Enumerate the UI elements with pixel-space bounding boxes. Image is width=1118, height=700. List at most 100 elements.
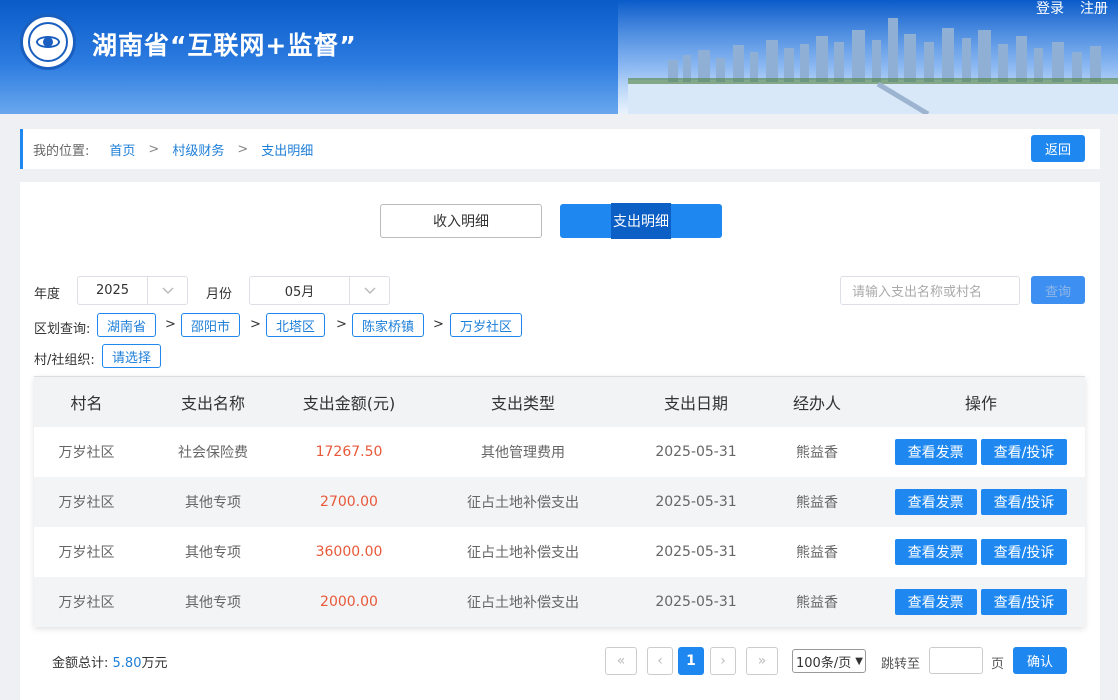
view-complaint-button[interactable]: 查看/投诉	[980, 489, 1068, 515]
table-row: 万岁社区 社会保险费 17267.50 其他管理费用 2025-05-31 熊益…	[34, 427, 1085, 477]
chevron-down-icon	[349, 277, 389, 304]
cell-actions: 查看发票 查看/投诉	[877, 439, 1085, 465]
first-page-button[interactable]: «	[605, 647, 637, 675]
region-separator: >	[336, 317, 347, 332]
cell-actions: 查看发票 查看/投诉	[877, 539, 1085, 565]
cell-expense-name: 其他专项	[185, 595, 241, 611]
auth-links: 登录 注册	[1036, 0, 1108, 18]
breadcrumb-separator: >	[237, 141, 249, 157]
table-row: 万岁社区 其他专项 2700.00 征占土地补偿支出 2025-05-31 熊益…	[34, 477, 1085, 527]
chevron-down-icon	[147, 277, 187, 304]
breadcrumb-separator: >	[148, 141, 160, 157]
header-expense-name: 支出名称	[180, 394, 245, 413]
tab-expense-label: 支出明细	[611, 203, 671, 239]
total-amount: 金额总计: 5.80万元	[52, 652, 168, 671]
back-button[interactable]: 返回	[1031, 135, 1085, 162]
login-link[interactable]: 登录	[1036, 0, 1064, 18]
region-separator: >	[433, 317, 444, 332]
breadcrumb-expense-detail[interactable]: 支出明细	[261, 140, 313, 159]
cell-handler: 熊益香	[796, 545, 838, 561]
total-unit: 万元	[141, 656, 168, 671]
cell-expense-name: 其他专项	[185, 545, 241, 561]
view-complaint-button[interactable]: 查看/投诉	[980, 539, 1068, 565]
cell-handler: 熊益香	[796, 495, 838, 511]
total-value: 5.80	[112, 656, 142, 671]
jump-page-input[interactable]	[929, 647, 983, 674]
page-1-button[interactable]: 1	[678, 647, 704, 675]
header-type: 支出类型	[490, 394, 555, 413]
region-separator: >	[250, 317, 261, 332]
year-label: 年度	[34, 287, 61, 302]
cell-type: 征占土地补偿支出	[467, 595, 579, 611]
cell-amount: 36000.00	[315, 544, 383, 560]
next-page-button[interactable]: ›	[710, 647, 736, 675]
tab-income-detail[interactable]: 收入明细	[380, 204, 542, 238]
cell-date: 2025-05-31	[655, 544, 737, 560]
eye-icon	[28, 22, 68, 62]
cell-village: 万岁社区	[58, 545, 115, 561]
cell-actions: 查看发票 查看/投诉	[877, 489, 1085, 515]
cell-date: 2025-05-31	[655, 444, 737, 460]
region-tag-city[interactable]: 邵阳市	[181, 313, 241, 337]
jump-label: 跳转至	[881, 657, 921, 672]
header-handler: 经办人	[792, 394, 841, 413]
cell-amount: 2000.00	[320, 594, 378, 610]
site-header: 湖南省“互联网+监督” 登录 注册	[0, 0, 1118, 114]
cell-date: 2025-05-31	[655, 494, 737, 510]
table-header: 村名 支出名称 支出金额(元) 支出类型 支出日期 经办人 操作	[34, 376, 1085, 427]
cell-actions: 查看发票 查看/投诉	[877, 589, 1085, 615]
site-title: 湖南省“互联网+监督”	[92, 31, 357, 60]
cell-handler: 熊益香	[796, 595, 838, 611]
cell-expense-name: 社会保险费	[178, 445, 248, 461]
header-amount: 支出金额(元)	[302, 394, 396, 413]
last-page-button[interactable]: »	[746, 647, 778, 675]
cell-amount: 2700.00	[320, 494, 378, 510]
month-select-value: 05月	[284, 285, 315, 300]
view-complaint-button[interactable]: 查看/投诉	[980, 439, 1068, 465]
cell-handler: 熊益香	[796, 445, 838, 461]
month-label: 月份	[206, 287, 233, 302]
cell-date: 2025-05-31	[655, 594, 737, 610]
month-select[interactable]: 05月	[249, 276, 390, 305]
view-complaint-button[interactable]: 查看/投诉	[980, 589, 1068, 615]
expense-table: 村名 支出名称 支出金额(元) 支出类型 支出日期 经办人 操作 万岁社区 社会…	[34, 376, 1085, 627]
page-size-value: 100条/页	[796, 655, 852, 671]
year-select[interactable]: 2025	[77, 276, 188, 305]
cell-type: 征占土地补偿支出	[467, 495, 579, 511]
region-tag-district[interactable]: 北塔区	[266, 313, 326, 337]
search-input[interactable]: 请输入支出名称或村名	[840, 276, 1020, 305]
region-tag-community[interactable]: 万岁社区	[450, 313, 523, 337]
view-invoice-button[interactable]: 查看发票	[894, 439, 977, 465]
total-label: 金额总计:	[52, 656, 109, 671]
view-invoice-button[interactable]: 查看发票	[894, 489, 977, 515]
year-select-value: 2025	[95, 283, 130, 298]
prev-page-button[interactable]: ‹	[647, 647, 673, 675]
cell-amount: 17267.50	[315, 444, 383, 460]
page-size-select[interactable]: 100条/页 ▼	[792, 649, 866, 673]
breadcrumb-village-finance[interactable]: 村级财务	[172, 140, 224, 159]
main-panel: 收入明细 支出明细 年度 2025 月份 05月 请输入支出名称或村名 查询 区…	[20, 182, 1100, 700]
org-label: 村/社组织:	[34, 353, 95, 368]
region-tag-town[interactable]: 陈家桥镇	[352, 313, 425, 337]
confirm-jump-button[interactable]: 确认	[1013, 647, 1067, 674]
cell-village: 万岁社区	[58, 495, 115, 511]
org-select[interactable]: 请选择	[102, 344, 162, 368]
view-invoice-button[interactable]: 查看发票	[894, 589, 977, 615]
header-date: 支出日期	[663, 394, 728, 413]
site-logo[interactable]	[20, 14, 76, 70]
chevron-down-icon: ▼	[855, 655, 863, 667]
header-actions: 操作	[964, 394, 997, 413]
cell-expense-name: 其他专项	[185, 495, 241, 511]
search-button[interactable]: 查询	[1031, 276, 1085, 304]
table-row: 万岁社区 其他专项 2000.00 征占土地补偿支出 2025-05-31 熊益…	[34, 577, 1085, 627]
page-unit-label: 页	[991, 657, 1005, 672]
breadcrumb: 我的位置: 首页 > 村级财务 > 支出明细 返回	[20, 129, 1100, 169]
tab-expense-detail[interactable]: 支出明细	[560, 203, 722, 239]
region-label: 区划查询:	[34, 322, 91, 337]
breadcrumb-home[interactable]: 首页	[109, 140, 135, 159]
register-link[interactable]: 注册	[1080, 0, 1108, 18]
view-invoice-button[interactable]: 查看发票	[894, 539, 977, 565]
cell-type: 征占土地补偿支出	[467, 545, 579, 561]
region-tag-province[interactable]: 湖南省	[97, 313, 157, 337]
cell-village: 万岁社区	[58, 595, 115, 611]
